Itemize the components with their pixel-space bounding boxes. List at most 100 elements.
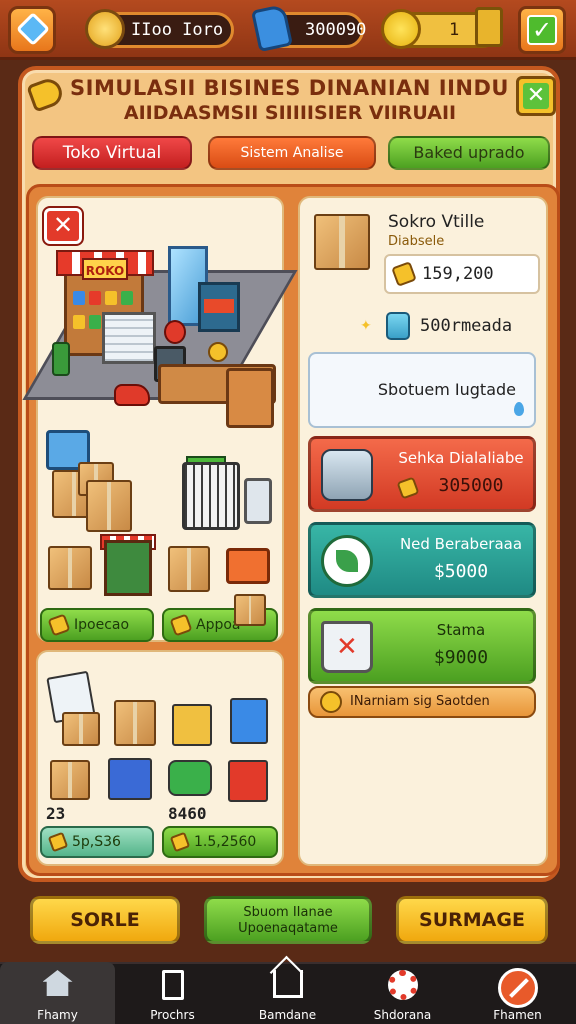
inventory-price-right[interactable]: 1.5,2560 [162, 826, 278, 858]
nav-store[interactable]: Bamdane [230, 962, 345, 1024]
treasure-chest-icon [475, 7, 503, 47]
clock-icon [320, 691, 342, 713]
truck-icon [168, 760, 212, 796]
system-upgrade-line1: Sbuom IIanae [243, 905, 333, 920]
box-icon [48, 546, 92, 590]
box-icon [114, 700, 156, 746]
resource-3-value: 1 [449, 20, 460, 40]
gold-coin-icon [381, 9, 421, 49]
box-icon [50, 760, 90, 800]
tab-upgrade[interactable]: Baked uprado [388, 136, 550, 170]
system-upgrade-line2: Upoenaqatame [238, 921, 338, 936]
checkmark-icon: ✓ [527, 15, 557, 45]
ban-icon [497, 968, 538, 1008]
red-basket-icon [228, 760, 268, 802]
product-subtitle: Diabsele [388, 234, 445, 249]
leaf-icon [321, 535, 373, 587]
resource-1-value: IIoo Ioro [131, 20, 224, 40]
resource-pill-1[interactable]: IIoo Ioro [85, 9, 234, 49]
electronics-box-icon [230, 698, 268, 744]
product-price-field[interactable]: 159,200 [384, 254, 540, 294]
action-sale-price: 305000 [438, 475, 504, 496]
resource-pill-3[interactable]: 1 [381, 7, 503, 49]
tag-icon [391, 261, 417, 287]
confirm-button[interactable]: ✓ [518, 6, 566, 54]
nav-products-label: Prochrs [150, 1008, 195, 1022]
nav-exit-label: Fhamen [493, 1008, 542, 1022]
nav-home-label: Fhamy [37, 1008, 78, 1022]
action-card-sale[interactable]: Sehka Dialaliabe 305000 [308, 436, 536, 512]
store-poster [198, 282, 240, 332]
trash-icon [321, 621, 373, 673]
nav-store-label: Bamdane [258, 1008, 317, 1022]
house-outline-icon [272, 970, 303, 998]
action-remove-price: $9000 [433, 647, 489, 668]
manage-button[interactable]: SURMAGE [396, 896, 548, 944]
tag-icon [47, 613, 71, 637]
box-icon [168, 546, 210, 592]
inventory-price-left[interactable]: 5p,S36 [40, 826, 154, 858]
action-card-eco[interactable]: Ned Beraberaaa $5000 [308, 522, 536, 598]
nav-settings[interactable]: Shdorana [345, 962, 460, 1024]
droplet-icon [514, 402, 524, 416]
barrel-icon [52, 342, 70, 376]
notice-label: INarniam sig Saotden [350, 694, 490, 709]
tag-icon [47, 831, 69, 853]
inventory-count-right: 8460 [168, 804, 207, 823]
action-eco-price: $5000 [433, 561, 489, 582]
resource-pill-2[interactable]: 300090 [251, 3, 367, 53]
tag-icon [169, 613, 193, 637]
hand-truck-icon [226, 548, 270, 584]
cans-icon [321, 449, 373, 501]
toy-car-icon [114, 384, 150, 406]
action-remove-title: Stama [436, 621, 486, 639]
notice-button[interactable]: INarniam sig Saotden [308, 686, 536, 718]
diamond-icon [16, 12, 50, 46]
market-stall-icon [104, 540, 152, 596]
store-action-left-label: Ipoecao [74, 617, 130, 633]
product-price: 159,200 [422, 264, 494, 284]
blue-crate-icon [108, 758, 152, 800]
sell-button[interactable]: SORLE [30, 896, 180, 944]
page-subtitle: AIIDAASMSII SIIIIISIER VIIRUAII [123, 102, 457, 124]
coin-icon [208, 342, 228, 362]
page-title: SIMULASII BISINES DINANIAN IINDUNSIA [70, 76, 510, 100]
box-icon [86, 480, 132, 532]
currency-amount: 500rmeada [420, 316, 513, 336]
basket-coin-icon [85, 9, 125, 49]
product-box-icon [314, 214, 370, 270]
tab-toko-virtual[interactable]: Toko Virtual [32, 136, 192, 170]
home-icon [42, 970, 73, 996]
box-icon [234, 594, 266, 626]
shopping-cart-icon [182, 462, 240, 530]
gear-icon [387, 970, 418, 1000]
nav-products[interactable]: Prochrs [115, 962, 230, 1024]
nav-settings-label: Shdorana [373, 1008, 432, 1022]
inventory-price-right-label: 1.5,2560 [194, 834, 257, 850]
money-bag-icon [251, 3, 293, 53]
store-sign: ROKO [82, 258, 128, 280]
tab-sistem[interactable]: Sistem Analise [208, 136, 376, 170]
close-store-button[interactable]: ✕ [44, 208, 82, 244]
nav-exit[interactable]: Fhamen [460, 962, 575, 1024]
nav-home[interactable]: Fhamy [0, 962, 115, 1024]
resource-2-value: 300090 [305, 20, 367, 40]
product-name: Sokro Vtille [388, 212, 485, 232]
close-panel-button[interactable]: ✕ [516, 76, 556, 116]
store-action-left-button[interactable]: Ipoecao [40, 608, 154, 642]
close-icon: ✕ [523, 83, 549, 109]
price-board [102, 312, 156, 364]
gold-box-icon [172, 704, 212, 746]
action-sale-title: Sehka Dialaliabe [398, 449, 524, 467]
box-icon [62, 712, 100, 746]
vegetable-crate-icon [226, 368, 274, 428]
action-eco-title: Ned Beraberaaa [399, 535, 523, 553]
gem-menu-button[interactable] [8, 6, 56, 54]
document-icon [161, 970, 184, 1000]
kiosk-icon [244, 478, 272, 524]
system-upgrade-button[interactable]: Sbuom IIanae Upoenaqatame [204, 896, 372, 944]
jar-icon [386, 312, 410, 340]
inventory-price-left-label: 5p,S36 [72, 834, 121, 850]
sparkle-icon: ✦ [360, 318, 372, 334]
action-card-remove[interactable]: Stama $9000 [308, 608, 536, 684]
